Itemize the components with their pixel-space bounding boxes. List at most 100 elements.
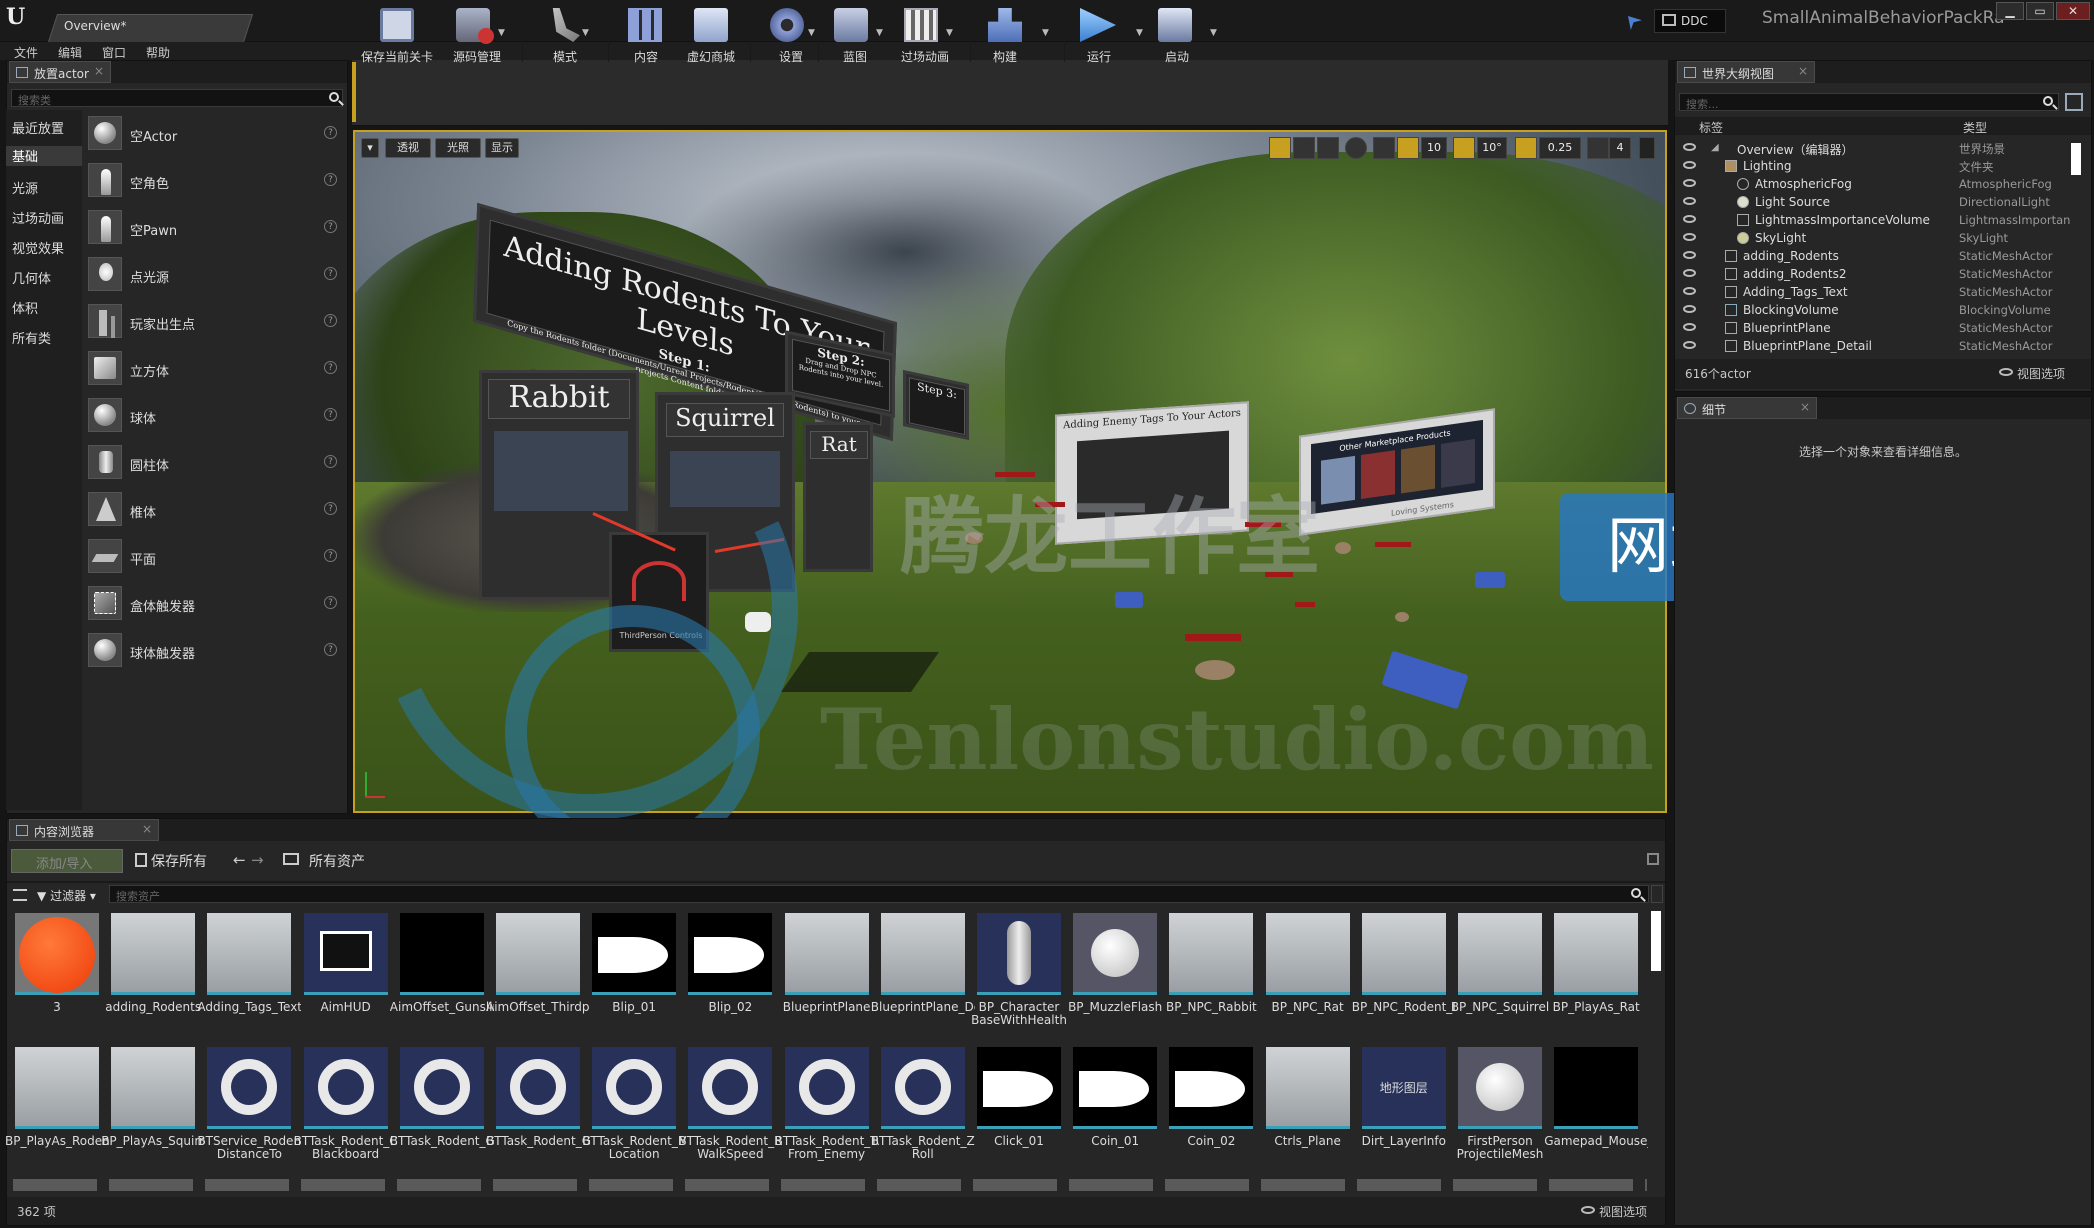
asset-tile[interactable]: Coin_01 (1071, 1047, 1159, 1171)
visibility-icon[interactable] (1683, 323, 1696, 331)
asset-tile[interactable]: AimHUD (302, 913, 390, 1037)
view-options-button[interactable]: 视图选项 (1599, 1203, 1647, 1220)
expand-icon[interactable]: ◢ (1711, 142, 1723, 154)
filters-button[interactable]: ▼ 过滤器 ▾ (37, 885, 105, 905)
close-tab-icon[interactable]: × (142, 822, 152, 836)
modes-button[interactable]: ▼ 模式 (530, 4, 600, 64)
asset-tile[interactable]: BP_NPC_Rodent_Base (1352, 913, 1456, 1037)
back-arrow-icon[interactable]: ← (233, 851, 246, 869)
path-breadcrumb[interactable]: 所有资产 (309, 851, 365, 871)
asset-scrollbar[interactable] (1651, 911, 1661, 971)
help-icon[interactable]: ? (324, 643, 337, 656)
search-icon[interactable] (1631, 888, 1641, 898)
camera-actor-icon[interactable] (1475, 572, 1505, 588)
world-outliner-tab[interactable]: 世界大纲视图 × (1677, 61, 1815, 83)
asset-tile[interactable]: Gamepad_Mouse_Ctrls_Glow (1544, 1047, 1648, 1171)
view-options-button[interactable]: 视图选项 (2017, 365, 2065, 382)
scale-snap-value[interactable]: 0.25 (1539, 137, 1581, 159)
perspective-button[interactable]: 透视 (385, 138, 431, 158)
maximize-button[interactable]: ▭ (2026, 2, 2054, 20)
asset-tile[interactable]: BP_Character BaseWithHealth (971, 913, 1067, 1037)
asset-tile[interactable]: BP_PlayAs_Rat (1552, 913, 1640, 1037)
actor-item-cylinder[interactable]: 圆柱体? (84, 441, 346, 485)
outliner-search-input[interactable]: 搜索... (1679, 93, 2059, 111)
visibility-icon[interactable] (1683, 305, 1696, 313)
lock-icon[interactable] (1647, 853, 1659, 865)
squirrel-mesh[interactable] (1335, 542, 1351, 554)
asset-tile[interactable]: BP_NPC_Rat (1264, 913, 1352, 1037)
asset-tile[interactable]: Click_01 (975, 1047, 1063, 1171)
asset-tile[interactable]: BTTask_Rodent_Get_Random_Rodent_Path (390, 1047, 494, 1171)
help-icon[interactable]: ? (324, 408, 337, 421)
rotate-icon[interactable] (1293, 137, 1315, 159)
visibility-icon[interactable] (1683, 233, 1696, 241)
camera-actor-icon[interactable] (1115, 592, 1143, 608)
category-lights[interactable]: 光源 (12, 178, 38, 197)
help-icon[interactable]: ? (324, 220, 337, 233)
launch-button[interactable]: ▼ 启动 (1144, 4, 1218, 64)
content-browser-tab[interactable]: 内容浏览器 × (9, 819, 159, 841)
add-import-button[interactable]: 添加/导入 (11, 849, 123, 873)
visibility-icon[interactable] (1683, 215, 1696, 223)
category-visual-effects[interactable]: 视觉效果 (12, 238, 64, 257)
rat-mesh[interactable] (1395, 612, 1409, 622)
rat-sign[interactable]: Rat (803, 422, 873, 572)
asset-tile[interactable]: adding_Rodents (105, 913, 201, 1037)
rotation-snap-value[interactable]: 10° (1477, 137, 1507, 159)
visibility-icon[interactable] (1683, 341, 1696, 349)
help-icon[interactable]: ? (324, 267, 337, 280)
asset-tile[interactable]: BP_NPC_Rabbit (1166, 913, 1257, 1037)
place-actors-tab[interactable]: 放置actor × (9, 61, 111, 83)
help-icon[interactable]: ? (324, 549, 337, 562)
actor-item-point-light[interactable]: 点光源? (84, 253, 346, 297)
help-icon[interactable]: ? (324, 596, 337, 609)
asset-tile[interactable]: BTTask_Rodent_MoveToEnemy Location (582, 1047, 686, 1171)
close-tab-icon[interactable]: × (1798, 64, 1808, 78)
category-all-classes[interactable]: 所有类 (12, 328, 51, 347)
toolbar-grip[interactable] (352, 62, 356, 122)
asset-tile[interactable]: 3 (13, 913, 101, 1037)
outliner-row[interactable]: BlockingVolume BlockingVolume (1675, 301, 2075, 319)
source-control-button[interactable]: ▼ 源码管理 (442, 4, 512, 64)
menu-help[interactable]: 帮助 (146, 44, 170, 61)
outliner-row[interactable]: AtmosphericFog AtmosphericFog (1675, 175, 2075, 193)
scale-snap-icon[interactable] (1515, 137, 1537, 159)
actor-item-empty-actor[interactable]: 空Actor? (84, 112, 346, 156)
save-all-button[interactable]: 保存所有 (151, 851, 207, 871)
surface-snap-icon[interactable] (1373, 137, 1395, 159)
details-tab[interactable]: 细节 × (1677, 397, 1817, 419)
outliner-row[interactable]: Light Source DirectionalLight (1675, 193, 2075, 211)
help-icon[interactable]: ? (324, 502, 337, 515)
help-icon[interactable]: ? (324, 314, 337, 327)
menu-window[interactable]: 窗口 (102, 44, 126, 61)
asset-tile[interactable]: BTTask_Rodent_TurnAndRun From_Enemy (775, 1047, 879, 1171)
menu-file[interactable]: 文件 (14, 44, 38, 61)
outliner-row[interactable]: SkyLight SkyLight (1675, 229, 2075, 247)
add-folder-icon[interactable] (2065, 93, 2083, 111)
asset-tile[interactable]: 地形图层 Dirt_LayerInfo (1360, 1047, 1448, 1171)
close-tab-icon[interactable]: × (1800, 400, 1810, 414)
asset-tile[interactable]: FirstPerson ProjectileMesh (1456, 1047, 1544, 1171)
asset-tile[interactable]: AimOffset_Thirdperson (486, 913, 590, 1037)
menu-edit[interactable]: 编辑 (58, 44, 82, 61)
asset-search-input[interactable]: 搜索资产 (109, 885, 1649, 903)
forward-arrow-icon[interactable]: → (251, 851, 264, 869)
actor-item-sphere[interactable]: 球体? (84, 394, 346, 438)
category-basic[interactable]: 基础 (6, 146, 82, 166)
actor-item-cube[interactable]: 立方体? (84, 347, 346, 391)
rotation-snap-icon[interactable] (1453, 137, 1475, 159)
grid-snap-value[interactable]: 10 (1421, 137, 1447, 159)
outliner-row[interactable]: adding_Rodents StaticMeshActor (1675, 247, 2075, 265)
minimize-button[interactable]: ▁ (1996, 2, 2024, 20)
outliner-row[interactable]: adding_Rodents2 StaticMeshActor (1675, 265, 2075, 283)
rodent-marker[interactable] (1375, 542, 1411, 547)
outliner-row[interactable]: BlueprintPlane_Detail StaticMeshActor (1675, 337, 2075, 355)
world-space-icon[interactable] (1345, 137, 1367, 159)
category-geometry[interactable]: 几何体 (12, 268, 51, 287)
outliner-row[interactable]: BlueprintPlane StaticMeshActor (1675, 319, 2075, 337)
asset-tile[interactable]: BlueprintPlane (783, 913, 871, 1037)
visibility-icon[interactable] (1683, 269, 1696, 277)
actor-item-sphere-trigger[interactable]: 球体触发器? (84, 629, 346, 673)
outliner-row[interactable]: LightmassImportanceVolume LightmassImport… (1675, 211, 2075, 229)
lit-button[interactable]: 光照 (435, 138, 481, 158)
